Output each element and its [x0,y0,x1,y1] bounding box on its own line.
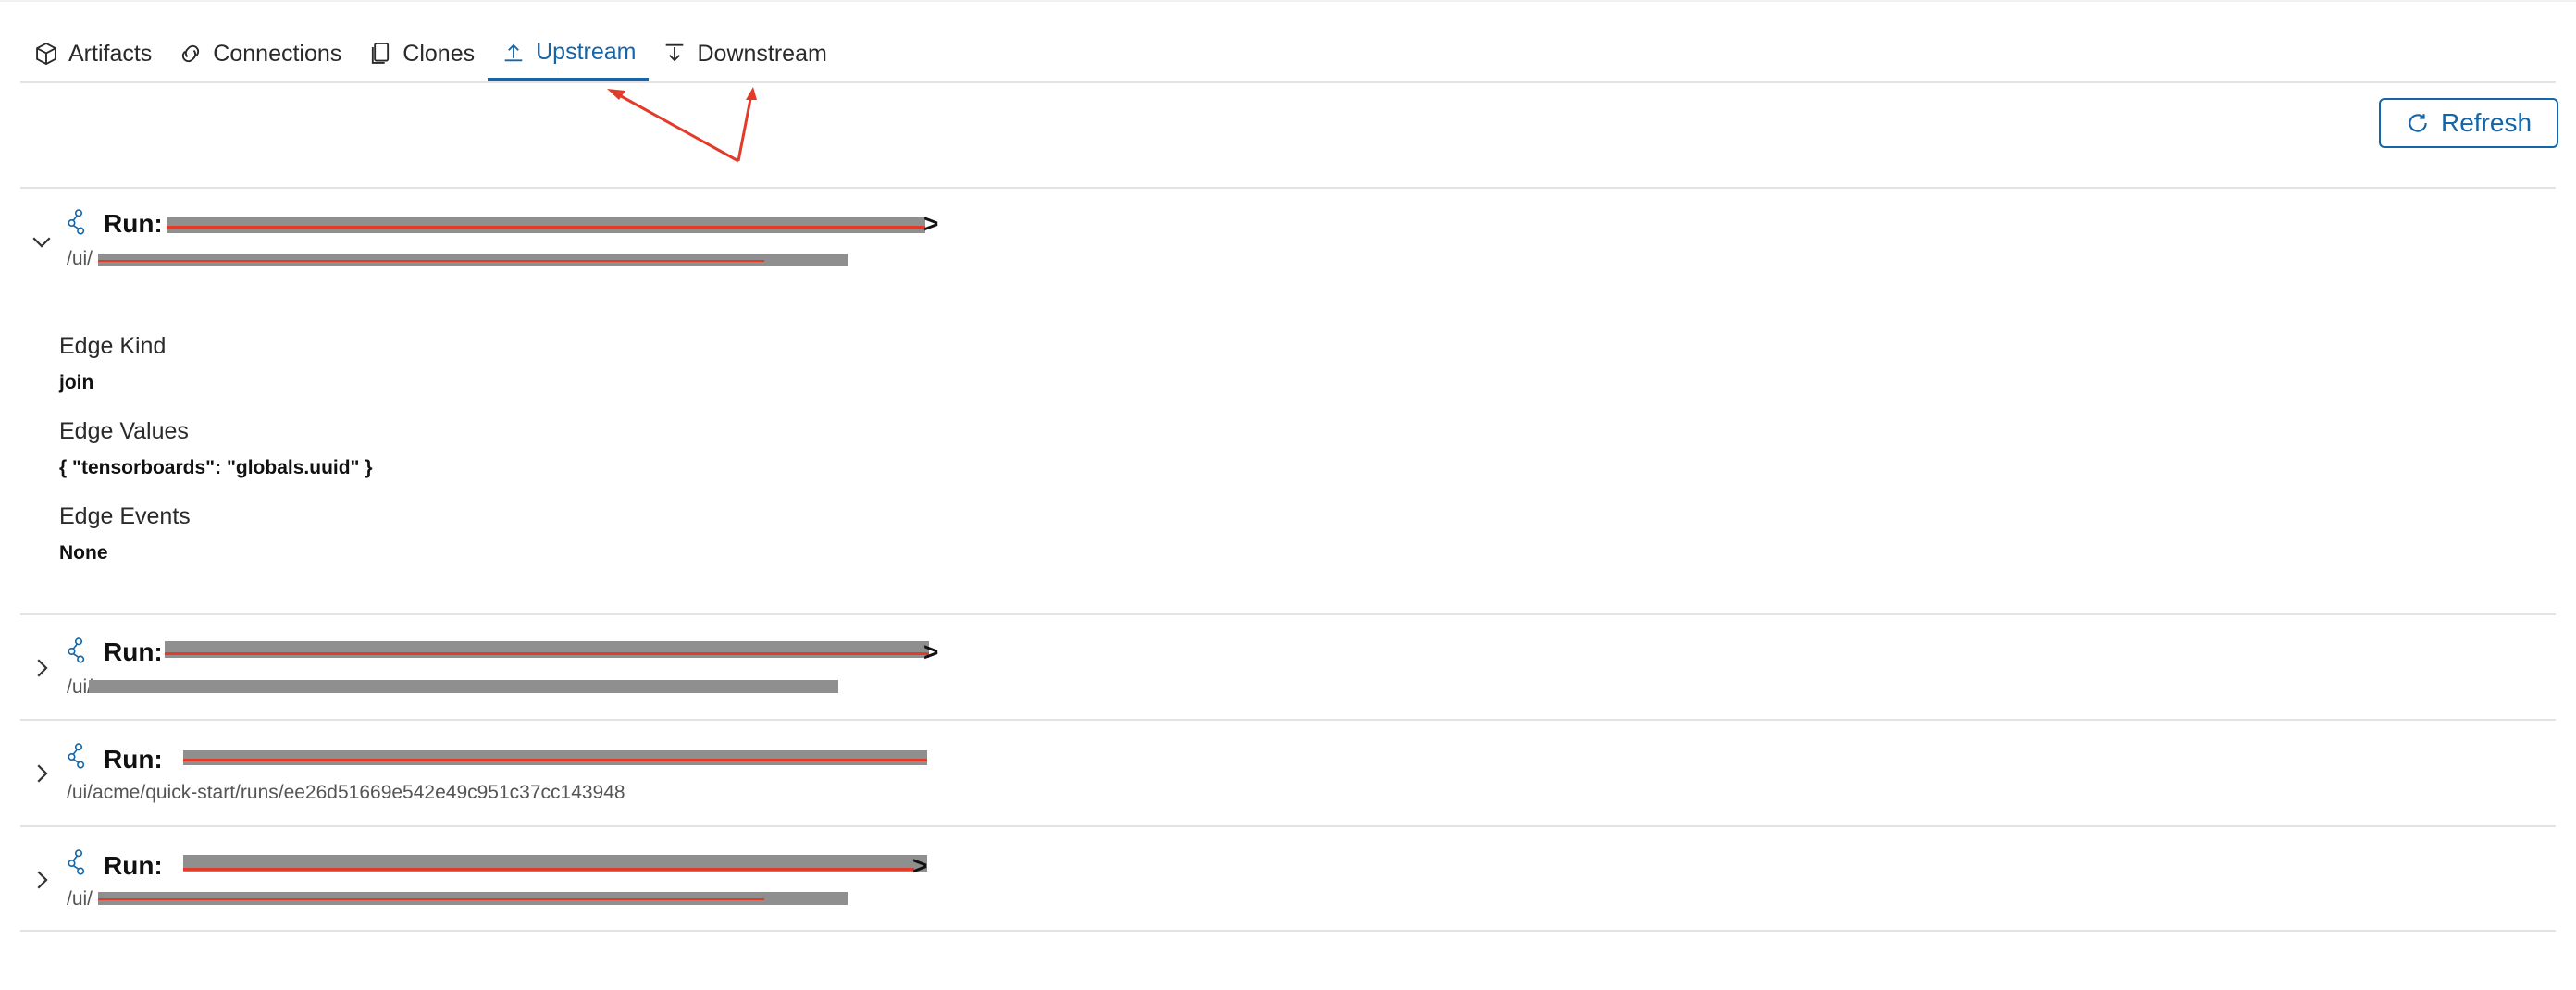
lineage-row: Run: /ui/acme/quick-start/runs/ee26d5166… [20,721,2556,826]
redaction-strike [167,226,925,229]
chevron-right-icon[interactable] [28,866,56,894]
run-suffix: > [923,209,939,238]
redaction-strike [98,260,764,262]
lineage-row: Run: > /ui/ [20,827,2556,931]
upstream-lineage-page: Artifacts Connections Clones Upstream Do… [0,0,2576,990]
run-path-link[interactable]: /ui/acme/quick-start/runs/ee26d51669e542… [67,782,625,804]
edge-kind-value: join [59,372,94,393]
tab-artifacts[interactable]: Artifacts [20,26,165,81]
edge-values-value: { "tensorboards": "globals.uuid" } [59,457,373,478]
redaction-strike [98,898,764,900]
tab-connections[interactable]: Connections [165,26,354,81]
lineage-row: Run: > /ui/ Edge Kind join Edge Values {… [20,189,2556,614]
redacted-run-name [165,641,929,658]
run-path-prefix[interactable]: /ui/ [67,248,93,270]
refresh-icon [2409,114,2427,132]
refresh-label: Refresh [2440,108,2533,137]
run-path-prefix[interactable]: /ui/ [67,888,93,910]
run-graph-icon [68,637,85,663]
redaction-strike [183,868,914,871]
run-suffix: > [923,637,939,666]
redacted-run-path [89,680,838,693]
tab-label: Connections [213,40,342,67]
redaction-strike [165,652,929,655]
downstream-icon [666,43,684,62]
run-graph-icon [68,849,85,875]
run-label: Run: [104,851,163,880]
clones-icon [372,42,390,64]
tab-upstream[interactable]: Upstream [488,26,650,81]
top-border [0,0,2576,2]
tab-label: Clones [402,40,476,67]
tabs-divider [20,81,2556,83]
run-label: Run: [104,209,163,238]
redacted-run-name [183,750,927,765]
edge-kind-label: Edge Kind [59,333,167,359]
chevron-down-icon[interactable] [28,228,56,255]
tab-bar: Artifacts Connections Clones Upstream Do… [20,26,840,83]
run-label: Run: [104,637,163,666]
tab-clones[interactable]: Clones [354,26,488,81]
edge-events-label: Edge Events [59,503,191,529]
chevron-right-icon[interactable] [28,760,56,787]
lineage-row: Run: > /ui/ [20,615,2556,719]
run-graph-icon [68,743,85,769]
redacted-run-name [167,217,925,233]
edge-events-value: None [59,542,108,563]
tab-label: Downstream [697,40,827,67]
run-graph-icon [68,209,85,235]
upstream-icon [504,43,523,62]
run-suffix: > [912,851,928,880]
tab-downstream[interactable]: Downstream [649,26,839,81]
cube-icon [36,42,56,66]
tab-label: Upstream [536,38,637,65]
edge-values-label: Edge Values [59,418,189,444]
connections-icon [182,44,200,63]
refresh-button[interactable]: Refresh [2379,98,2558,148]
redaction-strike [183,759,927,761]
chevron-right-icon[interactable] [28,654,56,682]
row-divider [20,930,2556,932]
run-label: Run: [104,745,163,773]
tab-label: Artifacts [68,40,153,67]
